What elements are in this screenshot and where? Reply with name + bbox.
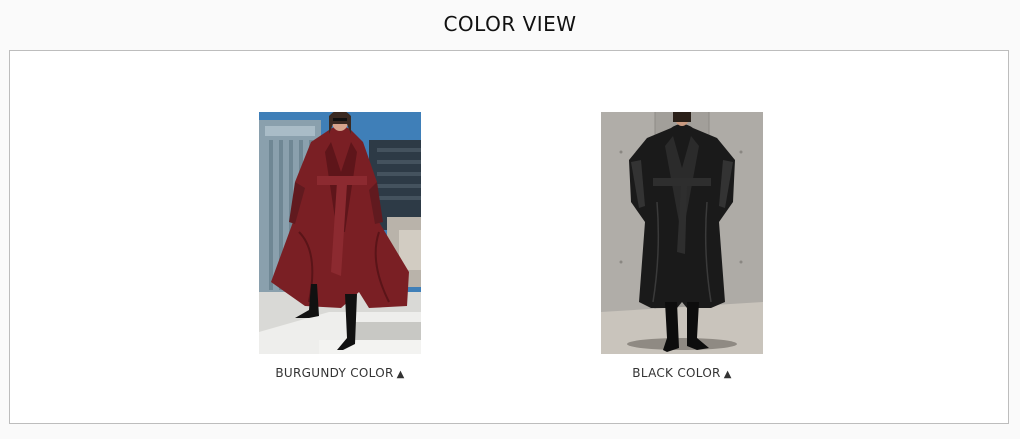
color-view-page: COLOR VIEW BURGUNDY COLOR ▲ BLACK COLOR … <box>0 0 1020 439</box>
burgundy-coat-photo[interactable] <box>259 112 421 354</box>
black-color-text: BLACK COLOR <box>632 366 721 380</box>
triangle-up-icon: ▲ <box>396 369 405 380</box>
color-option-burgundy[interactable]: BURGUNDY COLOR ▲ <box>259 112 421 380</box>
black-coat-photo[interactable] <box>601 112 763 354</box>
burgundy-color-label[interactable]: BURGUNDY COLOR ▲ <box>259 366 421 380</box>
color-view-panel: BURGUNDY COLOR ▲ BLACK COLOR ▲ <box>9 50 1009 424</box>
triangle-up-icon: ▲ <box>723 369 732 380</box>
black-color-label[interactable]: BLACK COLOR ▲ <box>601 366 763 380</box>
color-option-black[interactable]: BLACK COLOR ▲ <box>601 112 763 380</box>
burgundy-color-text: BURGUNDY COLOR <box>275 366 394 380</box>
section-title: COLOR VIEW <box>443 12 577 36</box>
